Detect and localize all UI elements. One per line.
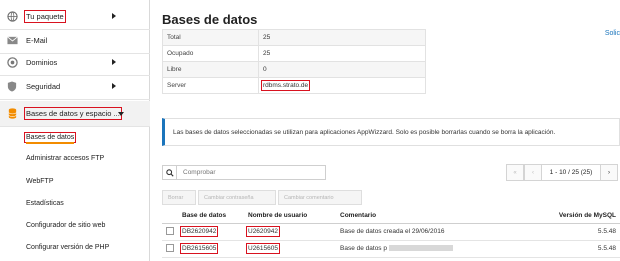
quota-key: Total [162, 29, 259, 46]
server-hostname: rdbms.strato.de [260, 80, 311, 91]
request-link[interactable]: Solic [605, 30, 620, 37]
quota-value: 25 [258, 29, 426, 46]
column-header[interactable]: Base de datos [178, 208, 244, 224]
action-toolbar: Borrar Cambiar contraseña Cambiar coment… [162, 190, 362, 205]
next-page-button[interactable]: › [600, 164, 618, 181]
db-user: U2620942 [246, 226, 280, 237]
table-row: Libre 0 [162, 61, 426, 78]
db-name-cell: DB2615605 [178, 240, 244, 258]
row-checkbox[interactable] [166, 243, 174, 252]
pagination: « ‹ 1 - 10 / 25 (25) › [506, 164, 620, 181]
redacted-text [388, 245, 453, 252]
table-header-row: Base de datos Nombre de usuario Comentar… [162, 208, 620, 224]
table-row: Ocupado 25 [162, 45, 426, 62]
info-notice: Las bases de datos seleccionadas se util… [162, 118, 620, 146]
main-content: Bases de datos Solic Total 25 Ocupado 25… [150, 0, 620, 261]
select-column-header [162, 208, 178, 224]
column-header[interactable]: Nombre de usuario [244, 208, 336, 224]
quota-key: Server [162, 77, 259, 94]
first-page-button[interactable]: « [506, 164, 524, 181]
submenu-item-webftp[interactable]: WebFTP [26, 178, 54, 185]
quota-key: Ocupado [162, 45, 259, 62]
delete-button[interactable]: Borrar [162, 190, 196, 205]
submenu-item-configurador-sitio[interactable]: Configurador de sitio web [26, 222, 105, 229]
globe-icon [6, 56, 18, 68]
prev-page-button[interactable]: ‹ [524, 164, 542, 181]
row-select-cell [162, 223, 178, 241]
quota-value: 25 [258, 45, 426, 62]
page-range-select[interactable]: 1 - 10 / 25 (25) [542, 164, 600, 181]
page-title: Bases de datos [162, 12, 258, 27]
table-row: Server rdbms.strato.de [162, 77, 426, 94]
row-checkbox[interactable] [166, 226, 174, 235]
mysql-version: 5.5.48 [540, 240, 620, 258]
sidebar-item-dominios[interactable]: Dominios [0, 50, 150, 76]
user-cell: U2620942 [244, 223, 336, 241]
row-select-cell [162, 240, 178, 258]
chevron-down-icon [118, 112, 124, 116]
table-row[interactable]: DB2615605 U2615605 Base de datos p 5.5.4… [162, 240, 620, 258]
mysql-version: 5.5.48 [540, 223, 620, 241]
sidebar-item-bases-de-datos[interactable]: Bases de datos y espacio ... [0, 101, 150, 127]
db-user: U2615605 [246, 243, 280, 254]
sidebar-item-seguridad[interactable]: Seguridad [0, 74, 150, 100]
column-header[interactable]: Comentario [336, 208, 540, 224]
change-password-button[interactable]: Cambiar contraseña [198, 190, 276, 205]
databases-table: Base de datos Nombre de usuario Comentar… [162, 208, 620, 258]
comment-cell: Base de datos p [336, 240, 540, 258]
chevron-right-icon [112, 83, 116, 89]
sidebar-item-label: Tu paquete [24, 10, 66, 23]
submenu-item-configurar-php[interactable]: Configurar versión de PHP [26, 244, 109, 251]
database-icon [6, 107, 18, 119]
table-row[interactable]: DB2620942 U2620942 Base de datos creada … [162, 223, 620, 241]
sidebar-item-label: Dominios [26, 58, 58, 67]
table-row: Total 25 [162, 29, 426, 46]
sidebar-item-label: Seguridad [26, 82, 61, 91]
submenu-item-ftp-accesos[interactable]: Administrar accesos FTP [26, 155, 104, 162]
shield-icon [6, 80, 18, 92]
column-header[interactable]: Versión de MySQL [540, 208, 620, 224]
quota-key: Libre [162, 61, 259, 78]
user-cell: U2615605 [244, 240, 336, 258]
envelope-icon [6, 34, 18, 46]
search-box [162, 165, 326, 180]
db-name: DB2615605 [179, 243, 219, 254]
search-input[interactable] [177, 169, 317, 176]
db-name: DB2620942 [179, 226, 219, 237]
submenu-item-estadisticas[interactable]: Estadísticas [26, 200, 64, 207]
chevron-right-icon [112, 59, 116, 65]
sidebar: Tu paquete E-Mail Dominios Seguridad Bas… [0, 0, 150, 261]
quota-value: 0 [258, 61, 426, 78]
db-comment: Base de datos creada el 29/06/2016 [336, 223, 540, 241]
globe-icon [6, 10, 18, 22]
quota-value-cell: rdbms.strato.de [258, 77, 426, 94]
chevron-right-icon [112, 13, 116, 19]
sidebar-item-label: E-Mail [26, 36, 48, 45]
sidebar-item-label: Bases de datos y espacio ... [24, 107, 122, 120]
change-comment-button[interactable]: Cambiar comentario [278, 190, 362, 205]
quota-table: Total 25 Ocupado 25 Libre 0 Server rdbms… [162, 29, 426, 94]
search-icon[interactable] [163, 166, 177, 179]
submenu-item-bases-de-datos[interactable]: Bases de datos [23, 132, 77, 144]
sidebar-item-tu-paquete[interactable]: Tu paquete [0, 4, 150, 30]
db-comment: Base de datos p [340, 245, 387, 252]
db-name-cell: DB2620942 [178, 223, 244, 241]
